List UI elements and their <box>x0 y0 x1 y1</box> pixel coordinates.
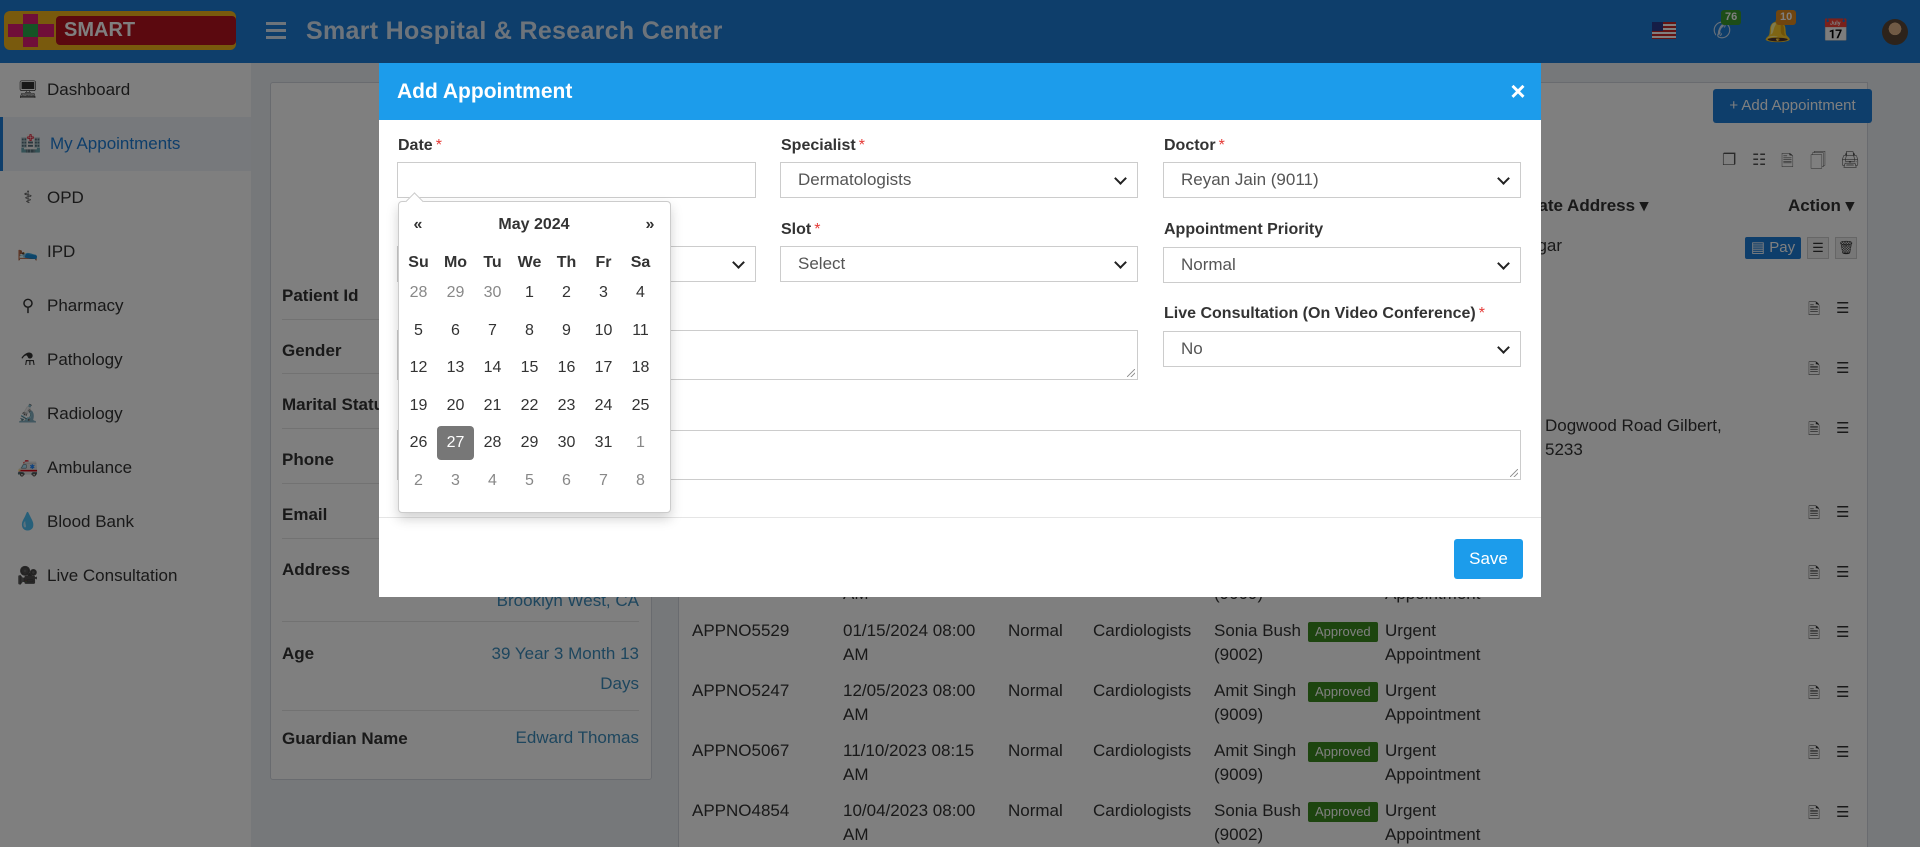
modal-title: Add Appointment <box>397 80 573 103</box>
label-text: Doctor <box>1164 137 1216 154</box>
required-marker: * <box>858 137 865 154</box>
datepicker-day[interactable]: 5 <box>400 314 437 348</box>
weekday-header: Tu <box>483 254 502 271</box>
required-marker: * <box>814 221 821 238</box>
specialist-label: Specialist * <box>781 137 865 155</box>
datepicker-day[interactable]: 10 <box>585 314 622 348</box>
save-button[interactable]: Save <box>1454 539 1523 579</box>
specialist-select[interactable]: Dermatologists <box>780 162 1138 198</box>
datepicker-day[interactable]: 16 <box>548 351 585 385</box>
datepicker-day[interactable]: 7 <box>585 464 622 498</box>
date-input[interactable] <box>397 162 756 198</box>
weekday-header: Sa <box>630 254 651 271</box>
datepicker-day[interactable]: 5 <box>511 464 548 498</box>
datepicker-day[interactable]: 11 <box>622 314 659 348</box>
label-text: Slot <box>781 221 812 238</box>
doctor-label: Doctor * <box>1164 137 1225 155</box>
datepicker-day[interactable]: 20 <box>437 389 474 423</box>
datepicker-day[interactable]: 19 <box>400 389 437 423</box>
live-consultation-label: Live Consultation (On Video Conference) * <box>1164 305 1485 323</box>
modal-header: Add Appointment × <box>379 63 1541 120</box>
datepicker-day[interactable]: 12 <box>400 351 437 385</box>
close-icon[interactable]: × <box>1506 77 1530 105</box>
datepicker-day[interactable]: 6 <box>548 464 585 498</box>
appointment-priority-select[interactable]: Normal <box>1163 247 1521 283</box>
datepicker-day[interactable]: 29 <box>437 276 474 310</box>
datepicker-day[interactable]: 6 <box>437 314 474 348</box>
datepicker: « May 2024 » Su Mo Tu We Th Fr Sa 28 29 30 1 2 3 4 5 6 7… <box>398 201 671 513</box>
weekday-header: Fr <box>595 254 612 271</box>
required-marker: * <box>1478 305 1485 322</box>
datepicker-day[interactable]: 23 <box>548 389 585 423</box>
live-consultation-select[interactable]: No <box>1163 331 1521 367</box>
weekday-header: Mo <box>443 254 468 271</box>
datepicker-day[interactable]: 7 <box>474 314 511 348</box>
datepicker-day[interactable]: 8 <box>622 464 659 498</box>
datepicker-day[interactable]: 1 <box>622 426 659 460</box>
datepicker-day[interactable]: 8 <box>511 314 548 348</box>
datepicker-day[interactable]: 28 <box>474 426 511 460</box>
chevron-down-icon <box>733 247 745 281</box>
datepicker-day[interactable]: 30 <box>474 276 511 310</box>
date-label: Date * <box>398 137 442 155</box>
selected-value: Normal <box>1181 255 1236 274</box>
datepicker-day[interactable]: 27 <box>437 426 474 460</box>
prev-month-button[interactable]: « <box>407 212 429 238</box>
doctor-select[interactable]: Reyan Jain (9011) <box>1163 162 1521 198</box>
weekday-header: Su <box>408 254 429 271</box>
datepicker-day[interactable]: 4 <box>474 464 511 498</box>
appointment-priority-label: Appointment Priority <box>1164 221 1324 238</box>
chevron-down-icon <box>1498 163 1510 197</box>
datepicker-day[interactable]: 3 <box>437 464 474 498</box>
datepicker-day[interactable]: 22 <box>511 389 548 423</box>
selected-value: No <box>1181 339 1203 358</box>
required-marker: * <box>1218 137 1225 154</box>
datepicker-day[interactable]: 2 <box>548 276 585 310</box>
datepicker-day[interactable]: 26 <box>400 426 437 460</box>
datepicker-day[interactable]: 13 <box>437 351 474 385</box>
slot-label: Slot * <box>781 221 820 239</box>
next-month-button[interactable]: » <box>639 212 661 238</box>
label-text: Live Consultation (On Video Conference) <box>1164 305 1476 322</box>
label-text: Specialist <box>781 137 856 154</box>
datepicker-day[interactable]: 9 <box>548 314 585 348</box>
datepicker-day[interactable]: 29 <box>511 426 548 460</box>
datepicker-day[interactable]: 28 <box>400 276 437 310</box>
datepicker-day[interactable]: 1 <box>511 276 548 310</box>
divider <box>379 517 1541 518</box>
selected-value: Dermatologists <box>798 170 912 189</box>
chevron-down-icon <box>1498 332 1510 366</box>
datepicker-day[interactable]: 3 <box>585 276 622 310</box>
datepicker-day[interactable]: 15 <box>511 351 548 385</box>
datepicker-day[interactable]: 21 <box>474 389 511 423</box>
datepicker-day[interactable]: 24 <box>585 389 622 423</box>
selected-value: Select <box>798 254 846 273</box>
datepicker-day[interactable]: 25 <box>622 389 659 423</box>
selected-value: Reyan Jain (9011) <box>1181 170 1319 189</box>
datepicker-day[interactable]: 31 <box>585 426 622 460</box>
datepicker-day[interactable]: 2 <box>400 464 437 498</box>
weekday-header: We <box>517 254 542 271</box>
required-marker: * <box>435 137 442 154</box>
datepicker-day[interactable]: 4 <box>622 276 659 310</box>
datepicker-month-title[interactable]: May 2024 <box>439 212 629 238</box>
chevron-down-icon <box>1498 248 1510 282</box>
datepicker-day[interactable]: 30 <box>548 426 585 460</box>
datepicker-day[interactable]: 17 <box>585 351 622 385</box>
weekday-header: Th <box>556 254 577 271</box>
chevron-down-icon <box>1115 247 1127 281</box>
chevron-down-icon <box>1115 163 1127 197</box>
slot-select[interactable]: Select <box>780 246 1138 282</box>
datepicker-day[interactable]: 18 <box>622 351 659 385</box>
label-text: Date <box>398 137 433 154</box>
datepicker-day[interactable]: 14 <box>474 351 511 385</box>
